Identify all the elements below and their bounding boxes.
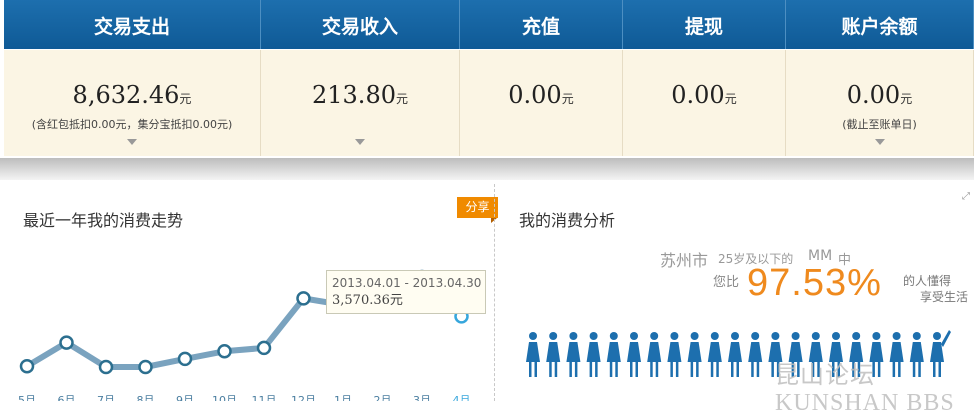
x-tick-label: 5月 <box>18 394 36 401</box>
x-tick-label: 12月 <box>291 394 316 401</box>
data-point[interactable] <box>256 340 272 356</box>
analysis-percent: 97.53% <box>747 262 882 304</box>
person-icon <box>667 332 682 377</box>
x-tick-label: 9月 <box>176 394 194 401</box>
x-tick-label: 4月 <box>453 394 471 401</box>
recharge-amount: 0.00 <box>508 81 562 109</box>
data-point[interactable] <box>296 291 311 306</box>
person-icon <box>546 332 561 377</box>
data-point[interactable] <box>138 359 153 375</box>
expand-caret-icon[interactable] <box>127 139 137 145</box>
tooltip-amount: 3,570.36元 <box>332 293 403 308</box>
expand-caret-icon[interactable] <box>355 139 365 145</box>
person-icon <box>647 332 662 377</box>
expand-arrow-icon[interactable]: ⤢ <box>962 192 972 202</box>
withdraw-column: 提现 0.00元 <box>623 0 786 156</box>
analysis-city: 苏州市 <box>660 251 709 270</box>
balance-note: (截止至账单日) <box>842 118 917 131</box>
person-icon <box>707 332 722 377</box>
analysis-people-line1: 的人懂得 <box>903 274 952 288</box>
x-tick-label: 11月 <box>252 394 277 401</box>
expense-note: (含红包抵扣0.00元，集分宝抵扣0.00元) <box>31 118 233 131</box>
data-point[interactable] <box>177 351 193 367</box>
x-tick-label: 8月 <box>137 394 155 401</box>
panel-divider <box>494 184 495 401</box>
data-point[interactable] <box>19 358 35 374</box>
x-tick-label: 7月 <box>97 394 115 401</box>
income-unit: 元 <box>395 92 408 106</box>
x-tick-label: 10月 <box>212 394 237 401</box>
withdraw-header: 提现 <box>623 0 786 49</box>
watermark-logo: 昆山论坛 KUNSHAN BBS <box>775 363 955 416</box>
data-point[interactable] <box>59 335 74 350</box>
section-shadow <box>0 158 974 180</box>
income-amount: 213.80 <box>312 81 396 109</box>
x-tick-label: 2月 <box>374 394 392 401</box>
person-icon <box>627 332 641 377</box>
tooltip-range: 2013.04.01 - 2013.04.30 <box>332 276 482 290</box>
expense-unit: 元 <box>179 92 192 106</box>
balance-amount: 0.00 <box>846 81 901 109</box>
person-icon <box>586 332 601 377</box>
person-icon <box>748 332 763 377</box>
data-point[interactable] <box>217 344 232 359</box>
person-icon <box>687 332 702 377</box>
balance-column[interactable]: 账户余额 0.00元 (截止至账单日) <box>786 0 974 156</box>
withdraw-amount: 0.00 <box>671 81 725 109</box>
person-icon <box>566 332 581 377</box>
analysis-people-line2: 享受生活 <box>920 290 969 304</box>
recharge-unit: 元 <box>561 92 574 106</box>
x-tick-label: 3月 <box>413 394 431 401</box>
balance-header: 账户余额 <box>786 0 974 49</box>
balance-unit: 元 <box>900 92 913 106</box>
person-icon <box>606 332 621 377</box>
income-column[interactable]: 交易收入 213.80元 <box>261 0 460 156</box>
income-header: 交易收入 <box>261 0 460 49</box>
x-tick-label: 1月 <box>334 394 352 401</box>
recharge-header: 充值 <box>460 0 623 49</box>
expand-caret-icon[interactable] <box>874 139 885 145</box>
analysis-title: 我的消费分析 <box>519 211 616 230</box>
expense-header: 交易支出 <box>4 0 261 49</box>
person-icon <box>526 332 540 377</box>
expense-amount: 8,632.46 <box>72 81 180 109</box>
chart-tooltip: 2013.04.01 - 2013.04.30 3,570.36元 <box>326 270 486 314</box>
withdraw-unit: 元 <box>724 92 737 106</box>
account-summary: 交易支出 8,632.46元 (含红包抵扣0.00元，集分宝抵扣0.00元) 交… <box>4 0 974 158</box>
recharge-column: 充值 0.00元 <box>460 0 623 156</box>
analysis-compare: 您比 <box>713 275 740 290</box>
data-point[interactable] <box>98 359 114 375</box>
person-icon <box>728 332 742 377</box>
x-tick-label: 6月 <box>58 394 76 401</box>
expense-column[interactable]: 交易支出 8,632.46元 (含红包抵扣0.00元，集分宝抵扣0.00元) <box>4 0 261 156</box>
